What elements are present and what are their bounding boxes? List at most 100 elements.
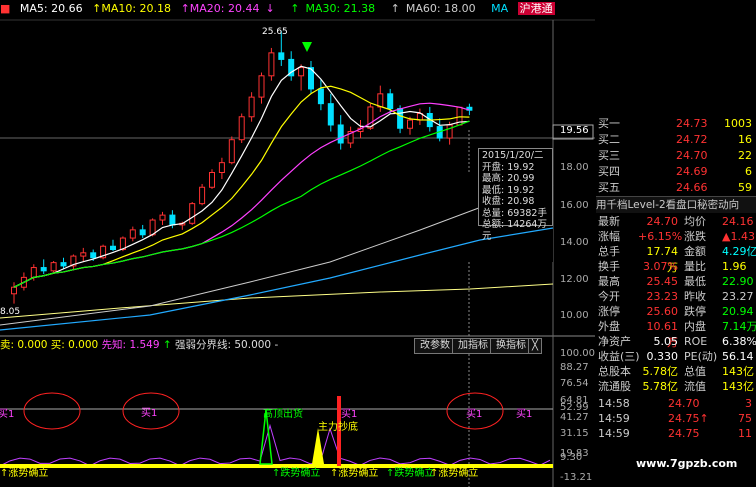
candle-body xyxy=(50,262,57,272)
trend-confirm-label: ↑涨势确立 xyxy=(330,466,378,479)
candle-body xyxy=(169,214,176,226)
buy-signal-label: 买1 xyxy=(516,408,532,420)
tick-price: 24.70 xyxy=(668,397,700,410)
stat-label: 最新 xyxy=(598,215,620,228)
ma20-label: ↑MA20: 20.44 ↓ xyxy=(180,2,275,15)
buy-circle xyxy=(23,392,81,430)
stat-value: 3.07% xyxy=(643,260,678,273)
hk-connect-badge[interactable]: 沪港通 xyxy=(517,2,555,15)
sell-value: 卖: 0.000 xyxy=(0,339,48,351)
stat-row: 流通股 5.78亿 流值 143亿 xyxy=(596,379,756,395)
candle-body xyxy=(387,93,394,110)
high-price-label: 25.65 xyxy=(262,27,288,37)
price-axis-label: 14.00 xyxy=(560,237,589,248)
indicator-axis-label: 76.54 xyxy=(560,378,589,389)
stat-label-2: 总值 xyxy=(684,365,706,378)
indicator-axis-label: 41.27 xyxy=(560,412,589,423)
bottom-signal-spike xyxy=(312,428,324,464)
ask-label: 买四 xyxy=(598,165,620,178)
ask-row[interactable]: 买一 24.73 1003 xyxy=(596,116,756,132)
threshold-dash: - xyxy=(274,339,279,351)
buy-signal-label: 买1 xyxy=(141,407,157,419)
candle-body xyxy=(159,214,166,221)
candle-body xyxy=(317,88,324,105)
ask-row[interactable]: 买四 24.69 6 xyxy=(596,164,756,180)
ma-extra-label: MA xyxy=(491,2,509,15)
candle-body xyxy=(337,124,344,144)
stat-label: 净资产 xyxy=(598,335,631,348)
stat-label: 涨幅 xyxy=(598,230,620,243)
stat-label-2: 均价 xyxy=(684,215,706,228)
stat-label: 流通股 xyxy=(598,380,631,393)
stat-value: 0.330 xyxy=(646,350,679,363)
price-axis-label: 16.00 xyxy=(560,200,589,211)
stat-row: 总手 17.74万 金额 4.29亿 xyxy=(596,244,756,274)
stat-value-2: 24.16 xyxy=(722,215,754,228)
kline-chart[interactable]: 19.56 18.00 16.00 14.00 12.00 10.00 25.65 8.05 1… xyxy=(0,0,595,487)
level2-banner[interactable]: 用千档Level-2看盘口秘密动向 xyxy=(596,196,756,213)
tick-time: 14:58 xyxy=(598,397,630,410)
tooltip-close: 收盘: 20.98 xyxy=(482,196,535,207)
stat-label: 总手 xyxy=(598,245,620,258)
tick-time: 14:59 xyxy=(598,412,630,425)
stat-value: 5.78亿 xyxy=(642,365,679,378)
candle-body xyxy=(298,67,305,77)
candle-body xyxy=(377,93,384,108)
ask-volume: 1003 xyxy=(724,117,752,130)
trend-confirm-label: ↑跌势确立 xyxy=(386,466,434,479)
ask-volume: 16 xyxy=(738,133,752,146)
stat-row: 最新 24.70 均价 24.16 xyxy=(596,214,756,230)
edit-params-button[interactable]: 改参数 xyxy=(414,338,456,354)
stat-label-2: ROE xyxy=(684,335,708,348)
candle-body xyxy=(278,52,285,60)
buy-signal-label: 买1 xyxy=(466,408,482,420)
candle-body xyxy=(189,203,196,224)
candle-body xyxy=(248,96,255,118)
price-axis-label: 18.00 xyxy=(560,162,589,173)
price-axis-label: 12.00 xyxy=(560,274,589,285)
stat-label-2: 最低 xyxy=(684,275,706,288)
stat-label: 最高 xyxy=(598,275,620,288)
stat-row: 最高 25.45 最低 22.90 xyxy=(596,274,756,290)
close-indicator-icon[interactable]: ╳ xyxy=(528,338,542,354)
candle-body xyxy=(367,106,374,129)
stat-value: 5.05 xyxy=(653,335,679,348)
ask-row[interactable]: 买三 24.70 22 xyxy=(596,148,756,164)
candle-body xyxy=(110,245,116,251)
candle-body xyxy=(258,75,265,98)
ask-volume: 6 xyxy=(745,165,752,178)
stat-label: 外盘 xyxy=(598,320,620,333)
stat-row: 外盘 10.61万 内盘 7.14万 xyxy=(596,319,756,349)
tick-row: 14:59 24.75 11 xyxy=(596,426,756,442)
ask-row[interactable]: 买五 24.66 59 xyxy=(596,180,756,196)
stat-label: 收益(三) xyxy=(598,350,640,363)
ask-row[interactable]: 买二 24.72 16 xyxy=(596,132,756,148)
candle-body xyxy=(40,267,47,272)
candle-body xyxy=(397,108,404,129)
strength-curve xyxy=(0,423,551,467)
switch-indicator-button[interactable]: 换指标 xyxy=(490,338,532,354)
stat-row: 换手 3.07% 量比 1.96 xyxy=(596,259,756,275)
ma-menu-icon[interactable]: ■ xyxy=(0,2,10,15)
stat-value: 24.70 xyxy=(646,215,679,228)
tick-price: 24.75 xyxy=(668,427,700,440)
stat-label-2: 内盘 xyxy=(684,320,706,333)
buy-signal-label: 买1 xyxy=(341,408,357,420)
trend-confirm-label: ↑涨势确立 xyxy=(430,466,478,479)
down-arrow-icon xyxy=(302,42,312,52)
indicator-axis-label: 9.30 xyxy=(560,452,582,463)
stat-row: 净资产 5.05 ROE 6.38% xyxy=(596,334,756,350)
price-axis-label: 10.00 xyxy=(560,310,589,321)
ask-price: 24.73 xyxy=(676,117,708,130)
indicator-axis-label: -13.21 xyxy=(560,472,592,483)
low-price-label: 8.05 xyxy=(0,307,20,317)
candle-body xyxy=(327,103,334,126)
add-indicator-button[interactable]: 加指标 xyxy=(452,338,494,354)
tick-time: 14:59 xyxy=(598,427,630,440)
indicator-axis-label: 100.00 xyxy=(560,348,595,359)
stat-value-2: 56.14 xyxy=(722,350,754,363)
stat-label-2: 金额 xyxy=(684,245,706,258)
candle-body xyxy=(407,119,413,129)
stat-value: +6.15% xyxy=(638,230,683,243)
stat-value-2: 143亿 xyxy=(722,380,754,393)
